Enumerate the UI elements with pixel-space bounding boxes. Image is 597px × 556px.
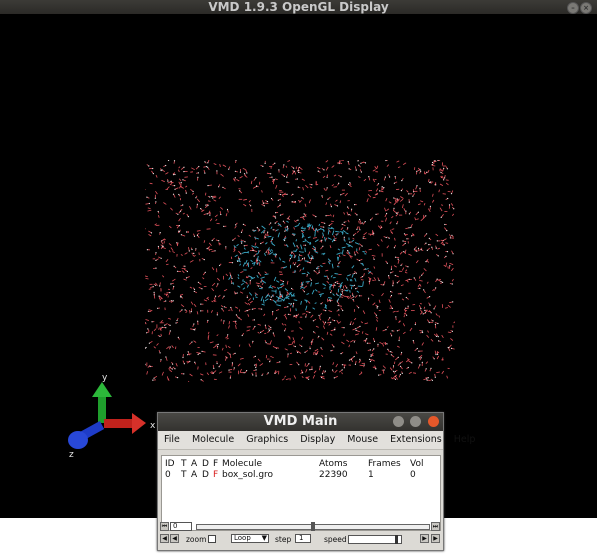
vmd-main-title: VMD Main bbox=[263, 414, 338, 429]
speed-slider-handle[interactable] bbox=[395, 535, 398, 544]
col-vol: Vol bbox=[410, 459, 424, 469]
water-molecules bbox=[145, 160, 455, 382]
col-molecule: Molecule bbox=[222, 459, 262, 469]
opengl-titlebar: VMD 1.9.3 OpenGL Display – × bbox=[0, 0, 597, 14]
menu-molecule[interactable]: Molecule bbox=[192, 434, 234, 445]
menu-graphics[interactable]: Graphics bbox=[246, 434, 288, 445]
speed-label: speed bbox=[324, 535, 347, 544]
y-axis-arrow bbox=[98, 395, 106, 423]
x-axis-arrow bbox=[104, 419, 134, 428]
row-frames: 1 bbox=[368, 470, 374, 480]
frame-slider[interactable] bbox=[196, 522, 430, 531]
menu-mouse[interactable]: Mouse bbox=[347, 434, 378, 445]
close-icon[interactable] bbox=[428, 416, 439, 427]
vmd-main-window: VMD Main File Molecule Graphics Display … bbox=[157, 412, 475, 551]
col-atoms: Atoms bbox=[319, 459, 348, 469]
menu-extensions[interactable]: Extensions bbox=[390, 434, 442, 445]
play-forward-icon[interactable]: ▶ bbox=[420, 534, 429, 543]
skip-to-start-icon[interactable]: ⏮ bbox=[160, 522, 169, 531]
col-frames: Frames bbox=[368, 459, 401, 469]
x-axis-label: x bbox=[150, 421, 156, 431]
row-vol: 0 bbox=[410, 470, 416, 480]
molecule-row[interactable]: 0 T A D F box_sol.gro 22390 1 0 bbox=[162, 470, 440, 481]
menu-display[interactable]: Display bbox=[300, 434, 335, 445]
menu-file[interactable]: File bbox=[164, 434, 180, 445]
col-d: D bbox=[202, 459, 209, 469]
step-back-icon[interactable]: ◀ bbox=[160, 534, 169, 543]
close-icon[interactable]: × bbox=[580, 2, 592, 14]
col-f: F bbox=[213, 459, 219, 469]
step-forward-icon[interactable]: ▶ bbox=[431, 534, 440, 543]
menu-help[interactable]: Help bbox=[454, 434, 476, 445]
row-id: 0 bbox=[165, 470, 171, 480]
molecule-render bbox=[145, 160, 455, 382]
minimize-icon[interactable] bbox=[392, 416, 404, 427]
axes-indicator: y x z bbox=[68, 373, 156, 460]
active-flag[interactable]: A bbox=[191, 470, 197, 481]
fixed-flag[interactable]: F bbox=[213, 470, 218, 481]
slider-handle[interactable] bbox=[311, 522, 315, 531]
skip-to-end-icon[interactable]: ⏭ bbox=[431, 522, 440, 531]
molecule-list[interactable]: ID T A D F Molecule Atoms Frames Vol 0 T… bbox=[161, 455, 441, 531]
chevron-down-icon: ▼ bbox=[261, 534, 267, 542]
zoom-label: zoom bbox=[186, 535, 207, 544]
frame-input[interactable]: 0 bbox=[170, 522, 192, 531]
play-reverse-icon[interactable]: ◀ bbox=[170, 534, 179, 543]
speed-slider[interactable] bbox=[348, 535, 402, 544]
z-axis-label: z bbox=[69, 450, 74, 460]
col-t: T bbox=[181, 459, 187, 469]
minimize-icon[interactable]: – bbox=[567, 2, 579, 14]
y-axis-label: y bbox=[102, 373, 108, 383]
row-atoms: 22390 bbox=[319, 470, 348, 480]
row-molecule-name: box_sol.gro bbox=[222, 470, 274, 480]
top-flag[interactable]: T bbox=[181, 470, 187, 481]
loop-mode-value: Loop bbox=[234, 534, 251, 542]
step-label: step bbox=[275, 535, 292, 544]
zoom-checkbox[interactable] bbox=[208, 535, 216, 543]
col-id: ID bbox=[165, 459, 175, 469]
z-axis-arrow bbox=[68, 431, 88, 449]
drawn-flag[interactable]: D bbox=[202, 470, 209, 481]
animation-controls: ⏮ 0 ⏭ ◀ ◀ zoom Loop ▼ step 1 speed ▶ ▶ bbox=[158, 521, 443, 550]
maximize-icon[interactable] bbox=[410, 416, 422, 427]
step-input[interactable]: 1 bbox=[295, 534, 311, 543]
opengl-title: VMD 1.9.3 OpenGL Display bbox=[208, 0, 389, 14]
col-a: A bbox=[191, 459, 198, 469]
vmd-main-titlebar[interactable]: VMD Main bbox=[158, 413, 443, 431]
loop-mode-select[interactable]: Loop ▼ bbox=[231, 534, 269, 543]
molecule-list-header: ID T A D F Molecule Atoms Frames Vol bbox=[162, 459, 440, 470]
